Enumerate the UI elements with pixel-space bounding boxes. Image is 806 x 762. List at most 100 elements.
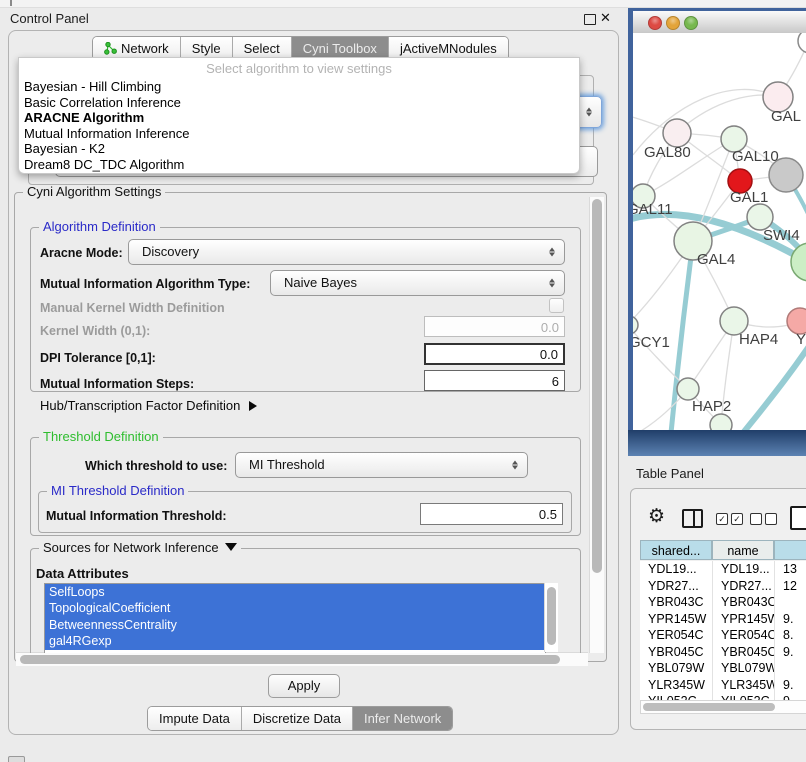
top-strip xyxy=(0,0,806,8)
zoom-traffic-light[interactable] xyxy=(684,16,698,30)
threshold-definition-title: Threshold Definition xyxy=(39,429,163,444)
algorithm-option[interactable]: Mutual Information Inference xyxy=(19,126,579,142)
table-cell[interactable] xyxy=(774,594,806,611)
algorithm-dropdown-popup: Select algorithm to view settings Bayesi… xyxy=(18,57,580,174)
settings-horizontal-scrollbar[interactable] xyxy=(16,652,588,666)
table-cell[interactable]: 9. xyxy=(774,677,806,694)
mi-type-combobox[interactable]: Naive Bayes xyxy=(270,270,565,296)
close-panel-icon[interactable]: ✕ xyxy=(600,10,611,26)
mi-steps-input[interactable]: 6 xyxy=(424,370,565,391)
aracne-mode-combobox[interactable]: Discovery xyxy=(128,239,565,265)
tab-impute-data[interactable]: Impute Data xyxy=(148,707,242,730)
tab-infer-network[interactable]: Infer Network xyxy=(353,707,452,730)
settings-horizontal-scrollbar-thumb[interactable] xyxy=(20,655,560,664)
table-cell[interactable]: YDL19... xyxy=(640,561,712,578)
algorithm-option[interactable]: Bayesian - Hill Climbing xyxy=(19,79,579,95)
settings-vertical-scrollbar-thumb[interactable] xyxy=(592,199,602,573)
network-view-window: GALGAL80GAL10GAL1GAL11SWI4GAL4GCY1HAP4YH… xyxy=(628,8,806,456)
table-cell[interactable]: YDR27... xyxy=(712,578,774,595)
algorithm-option[interactable]: Basic Correlation Inference xyxy=(19,95,579,111)
table-cell[interactable]: YBR043C xyxy=(712,594,774,611)
table-panel-title: Table Panel xyxy=(636,466,704,481)
data-attribute-item[interactable]: gal4RGexp xyxy=(45,633,545,649)
table-cell[interactable]: YER054C xyxy=(640,627,712,644)
data-attributes-list[interactable]: SelfLoopsTopologicalCoefficientBetweenne… xyxy=(44,583,546,653)
settings-vertical-scrollbar[interactable] xyxy=(589,197,604,653)
network-node-gal80[interactable] xyxy=(663,119,691,147)
table-cell[interactable] xyxy=(774,660,806,677)
which-threshold-combobox[interactable]: MI Threshold xyxy=(235,452,528,478)
table-cell[interactable]: YDR27... xyxy=(640,578,712,595)
table-cell[interactable]: 9. xyxy=(774,644,806,661)
sources-title-text: Sources for Network Inference xyxy=(43,540,219,555)
table-cell[interactable]: YLR345W xyxy=(640,677,712,694)
network-node-label: GAL10 xyxy=(732,148,779,165)
document-icon[interactable] xyxy=(790,506,806,530)
table-cell[interactable]: YLR345W xyxy=(712,677,774,694)
table-cell[interactable]: YPR145W xyxy=(712,611,774,628)
algorithm-option[interactable]: Dream8 DC_TDC Algorithm xyxy=(19,157,579,173)
table-cell[interactable]: 12 xyxy=(774,578,806,595)
mi-threshold-input[interactable]: 0.5 xyxy=(420,503,563,525)
sources-group-title[interactable]: Sources for Network Inference xyxy=(39,540,241,555)
table-cell[interactable]: YBR045C xyxy=(640,644,712,661)
table-column-header[interactable]: shared... xyxy=(640,540,712,560)
data-attribute-item[interactable]: SelfLoops xyxy=(45,584,545,600)
network-node-gcy1[interactable] xyxy=(633,316,638,334)
combo-spinner-icon xyxy=(586,108,592,117)
float-panel-icon[interactable] xyxy=(584,14,596,25)
network-node[interactable] xyxy=(710,414,732,430)
table-settings-button[interactable]: ⚙ xyxy=(648,507,665,527)
attributes-list-scrollbar-thumb[interactable] xyxy=(547,587,556,645)
table-cell[interactable]: YBR045C xyxy=(712,644,774,661)
gear-icon: ⚙ xyxy=(648,506,665,527)
kernel-width-input[interactable]: 0.0 xyxy=(424,316,565,337)
which-threshold-value: MI Threshold xyxy=(249,457,325,472)
network-window-bottom-frame xyxy=(628,430,806,456)
table-horizontal-scrollbar-thumb[interactable] xyxy=(643,703,775,711)
network-node[interactable] xyxy=(798,33,806,53)
collapse-arrow-icon xyxy=(225,543,237,551)
minimize-traffic-light[interactable] xyxy=(666,16,680,30)
table-cell[interactable]: 13 xyxy=(774,561,806,578)
tab-discretize-data[interactable]: Discretize Data xyxy=(242,707,353,730)
kernel-width-value: 0.0 xyxy=(541,320,559,335)
network-canvas[interactable]: GALGAL80GAL10GAL1GAL11SWI4GAL4GCY1HAP4YH… xyxy=(633,33,806,430)
algorithm-option[interactable]: ARACNE Algorithm xyxy=(19,110,579,126)
data-attribute-item[interactable]: BetweennessCentrality xyxy=(45,617,545,633)
combo-spinner-icon xyxy=(512,461,518,470)
network-node[interactable] xyxy=(769,158,803,192)
table-column-header[interactable] xyxy=(774,540,806,560)
select-all-columns-button[interactable]: ✓✓ xyxy=(716,513,743,525)
data-attribute-item[interactable]: TopologicalCoefficient xyxy=(45,600,545,616)
popup-placeholder: Select algorithm to view settings xyxy=(19,58,579,79)
tab-cyni-toolbox-label: Cyni Toolbox xyxy=(303,41,377,56)
deselect-all-columns-button[interactable] xyxy=(750,513,777,525)
panel-corner-icon[interactable] xyxy=(8,756,25,762)
network-node[interactable] xyxy=(791,243,806,281)
manual-kernel-checkbox[interactable] xyxy=(549,298,564,313)
network-window-titlebar[interactable] xyxy=(633,11,806,34)
hub-definition-label: Hub/Transcription Factor Definition xyxy=(40,398,240,413)
column-layout-icon[interactable] xyxy=(682,509,703,528)
table-cell[interactable]: YPR145W xyxy=(640,611,712,628)
network-edge[interactable] xyxy=(671,241,693,430)
table-cell[interactable]: YBL079W xyxy=(640,660,712,677)
algorithm-definition-title: Algorithm Definition xyxy=(39,219,160,234)
table-horizontal-scrollbar[interactable] xyxy=(640,700,806,714)
hub-definition-toggle[interactable]: Hub/Transcription Factor Definition xyxy=(40,398,257,413)
table-cell[interactable]: YBL079W xyxy=(712,660,774,677)
algorithm-option[interactable]: Bayesian - K2 xyxy=(19,141,579,157)
network-node-hap2[interactable] xyxy=(677,378,699,400)
dpi-tolerance-input[interactable]: 0.0 xyxy=(424,343,565,365)
apply-button[interactable]: Apply xyxy=(268,674,340,698)
which-threshold-label: Which threshold to use: xyxy=(85,459,227,473)
table-cell[interactable]: 8. xyxy=(774,627,806,644)
table-cell[interactable]: YBR043C xyxy=(640,594,712,611)
table-cell[interactable]: YDL19... xyxy=(712,561,774,578)
table-cell[interactable]: YER054C xyxy=(712,627,774,644)
close-traffic-light[interactable] xyxy=(648,16,662,30)
table-cell[interactable]: 9. xyxy=(774,611,806,628)
table-column-header[interactable]: name xyxy=(712,540,774,560)
attributes-list-scrollbar[interactable] xyxy=(544,583,558,652)
